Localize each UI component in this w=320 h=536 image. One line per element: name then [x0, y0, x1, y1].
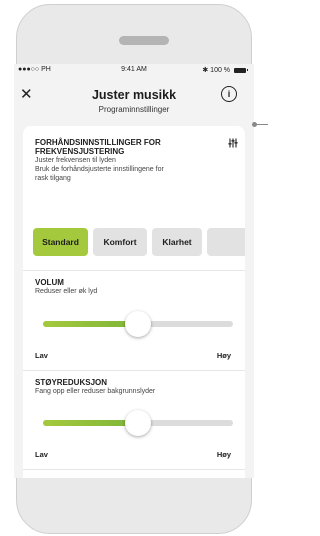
settings-card: FORHÅNDSINNSTILLINGER FOR FREKVENSJUSTER… [23, 126, 245, 478]
volume-title: VOLUM [35, 278, 64, 287]
presets-desc-line2: Bruk de forhåndsjusterte innstillingene … [35, 166, 164, 173]
preset-button-komfort[interactable]: Komfort [93, 228, 147, 256]
preset-button-standard[interactable]: Standard [33, 228, 88, 256]
battery-icon [234, 67, 248, 73]
volume-max-label: Høy [216, 351, 231, 360]
info-button[interactable]: i [221, 86, 237, 102]
screen-header: ✕ Juster musikk Programinnstillinger i [14, 80, 254, 120]
noise-reduction-desc: Fang opp eller reduser bakgrunnslyder [35, 388, 156, 395]
volume-slider-fill [43, 321, 138, 327]
divider [23, 370, 245, 371]
status-bar: ●●●○○ PH 9:41 AM ✱ 100 % [14, 64, 254, 78]
noise-reduction-slider[interactable] [43, 410, 233, 436]
noise-reduction-slider-thumb[interactable] [125, 410, 151, 436]
noise-max-label: Høy [216, 450, 231, 459]
presets-section-title-line2: FREKVENSJUSTERING [35, 147, 125, 156]
phone-speaker [119, 36, 169, 45]
presets-desc-line1: Juster frekvensen til lyden [35, 157, 116, 164]
volume-min-label: Lav [35, 351, 48, 360]
divider [23, 469, 245, 470]
page-title: Juster musikk [91, 88, 177, 102]
noise-reduction-title: STØYREDUKSJON [35, 378, 108, 387]
presets-section-title-line1: FORHÅNDSINNSTILLINGER FOR [35, 138, 161, 147]
callout-line [254, 124, 268, 125]
preset-button-more[interactable] [207, 228, 245, 256]
preset-button-klarhet[interactable]: Klarhet [152, 228, 202, 256]
volume-slider[interactable] [43, 311, 233, 337]
app-screen: ●●●○○ PH 9:41 AM ✱ 100 % ✕ Juster musikk… [14, 64, 254, 478]
equalizer-icon[interactable] [228, 138, 238, 148]
noise-reduction-slider-fill [43, 420, 138, 426]
noise-min-label: Lav [35, 450, 48, 459]
battery-label: ✱ 100 % [202, 67, 231, 74]
volume-desc: Reduser eller øk lyd [35, 288, 98, 295]
divider [23, 270, 245, 271]
presets-desc-line3: rask tilgang [35, 175, 71, 182]
volume-slider-thumb[interactable] [125, 311, 151, 337]
battery-status: ✱ 100 % [202, 66, 248, 74]
page-subtitle: Programinnstillinger [98, 105, 170, 114]
